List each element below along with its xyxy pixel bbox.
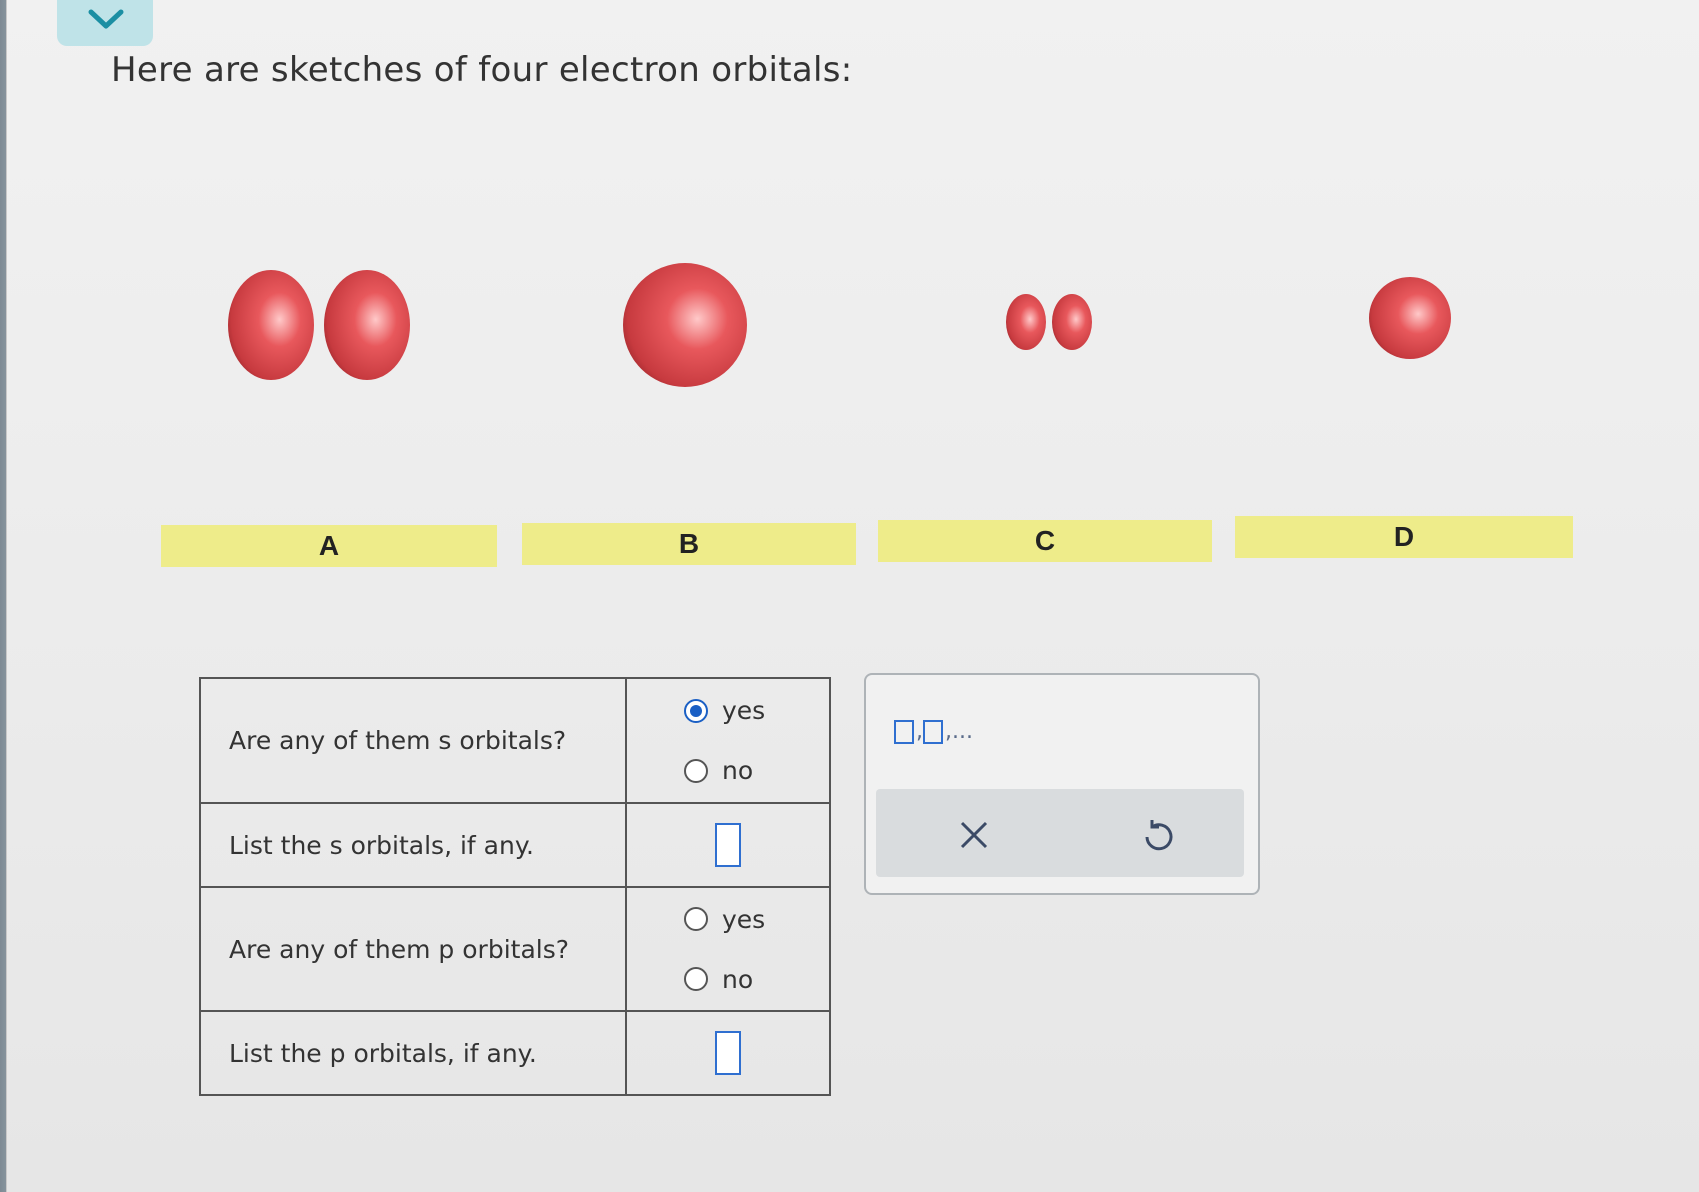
orbital-label-c: C <box>878 520 1212 562</box>
toolbox-actions <box>876 789 1244 877</box>
p-orbitals-answer-input[interactable] <box>715 1031 741 1075</box>
table-row: Are any of them p orbitals? yes no <box>199 886 831 1012</box>
question-s-orbitals: Are any of them s orbitals? <box>199 677 627 804</box>
table-row: List the s orbitals, if any. <box>199 802 831 888</box>
radio-button[interactable] <box>684 758 708 783</box>
orbital-sketches <box>228 263 1451 387</box>
clear-button[interactable] <box>954 815 994 855</box>
orbital-a-sketch <box>228 270 410 380</box>
list-template-button[interactable]: ,,... <box>894 719 973 744</box>
clear-x-icon <box>960 821 988 849</box>
question-p-orbitals: Are any of them p orbitals? <box>199 886 627 1012</box>
undo-button[interactable] <box>1138 815 1178 855</box>
answer-s-radio-group: yes no <box>625 677 831 804</box>
answer-p-radio-group: yes no <box>625 886 831 1012</box>
question-list-s: List the s orbitals, if any. <box>199 802 627 888</box>
radio-button[interactable] <box>684 967 708 991</box>
undo-icon <box>1145 820 1173 851</box>
orbital-d-sketch <box>1369 277 1451 359</box>
radio-button[interactable] <box>684 907 708 931</box>
radio-option-yes[interactable]: yes <box>628 681 828 741</box>
orbital-label-d: D <box>1235 516 1573 558</box>
radio-label: yes <box>722 904 766 934</box>
radio-button-selected[interactable] <box>684 698 708 723</box>
radio-option-yes[interactable]: yes <box>628 889 828 949</box>
answer-p-list-cell <box>625 1010 831 1096</box>
radio-option-no[interactable]: no <box>628 741 828 801</box>
table-row: Are any of them s orbitals? yes no <box>199 677 831 804</box>
question-list-p: List the p orbitals, if any. <box>199 1010 627 1096</box>
radio-option-no[interactable]: no <box>628 949 828 1009</box>
s-orbitals-answer-input[interactable] <box>715 823 741 867</box>
answer-s-list-cell <box>625 802 831 888</box>
orbital-label-b: B <box>522 523 856 565</box>
radio-label: yes <box>722 696 766 725</box>
question-panel: Here are sketches of four electron orbit… <box>6 0 1699 1192</box>
orbital-b-sketch <box>623 263 747 387</box>
answer-toolbox: ,,... <box>864 673 1260 895</box>
orbital-label-a: A <box>161 525 497 567</box>
table-row: List the p orbitals, if any. <box>199 1010 831 1096</box>
radio-label: no <box>722 756 754 785</box>
question-table: Are any of them s orbitals? yes no List … <box>199 677 831 1096</box>
radio-label: no <box>722 964 754 994</box>
orbital-c-sketch <box>1006 294 1092 350</box>
placeholder-box-icon <box>894 720 914 744</box>
placeholder-box-icon <box>923 720 943 744</box>
list-hint-suffix: ,... <box>945 719 973 744</box>
